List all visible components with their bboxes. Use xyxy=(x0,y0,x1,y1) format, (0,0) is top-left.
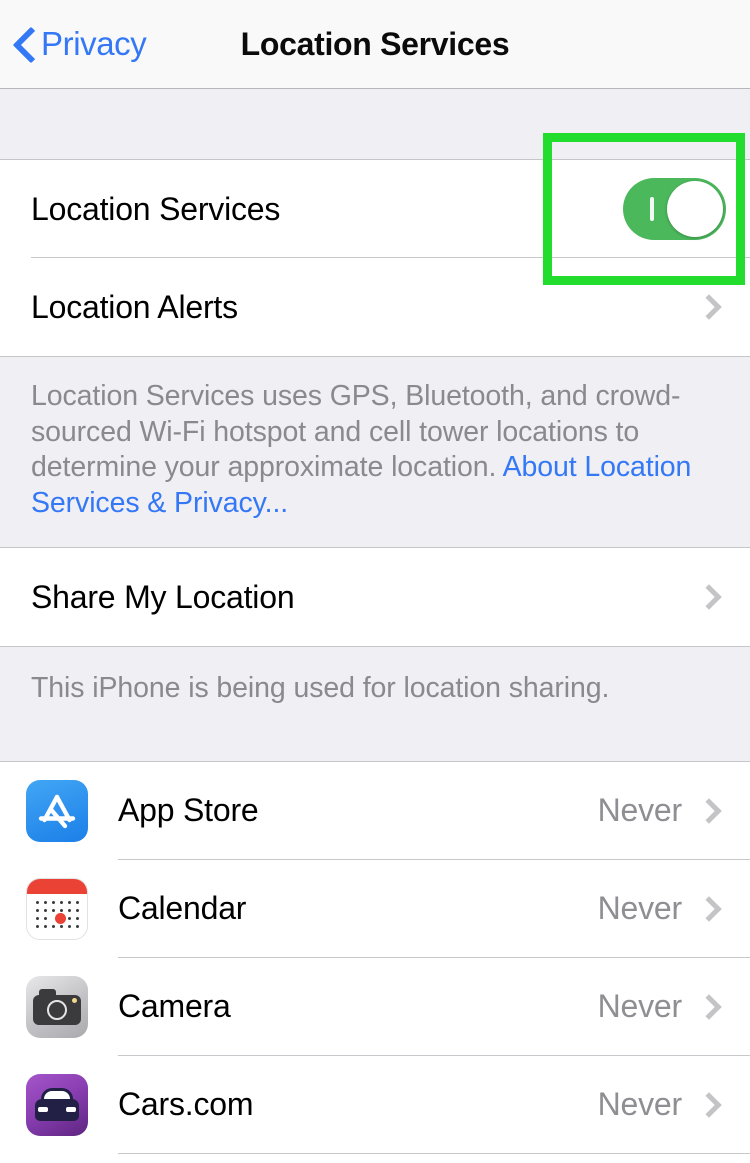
chevron-left-icon xyxy=(14,25,36,63)
row-label-location-alerts: Location Alerts xyxy=(31,288,238,325)
app-permission-value: Never xyxy=(597,988,683,1024)
row-label-share-my-location: Share My Location xyxy=(31,578,295,615)
row-share-my-location[interactable]: Share My Location xyxy=(0,548,750,646)
car-headlight-right xyxy=(66,1106,76,1112)
chevron-right-icon xyxy=(696,1091,722,1118)
list-item[interactable]: App Store Never xyxy=(0,761,750,860)
app-name: App Store xyxy=(118,792,259,828)
camera-flash xyxy=(72,997,77,1003)
back-button-privacy[interactable]: Privacy xyxy=(14,25,147,63)
navigation-bar: Privacy Location Services xyxy=(0,0,750,89)
location-services-description: Location Services uses GPS, Bluetooth, a… xyxy=(0,356,750,548)
app-name: Cars.com xyxy=(118,1086,254,1122)
app-permissions-list: App Store Never Calendar Never Camera Ne… xyxy=(0,761,750,1154)
row-location-alerts[interactable]: Location Alerts xyxy=(0,258,750,356)
row-label-location-services: Location Services xyxy=(31,190,281,227)
location-services-screen: Privacy Location Services Location Servi… xyxy=(0,0,750,1163)
share-location-group: Share My Location xyxy=(0,548,750,646)
row-location-services[interactable]: Location Services xyxy=(0,160,750,258)
app-store-glyph xyxy=(38,794,76,828)
car-headlight-left xyxy=(38,1106,48,1112)
row-divider xyxy=(118,1152,750,1154)
calendar-icon xyxy=(26,877,88,940)
calendar-dot-grid xyxy=(36,900,80,933)
location-settings-group: Location Services Location Alerts xyxy=(0,160,750,356)
calendar-header-bar xyxy=(27,878,87,894)
description-paragraph: Location Services uses GPS, Bluetooth, a… xyxy=(31,379,719,521)
camera-lens xyxy=(47,999,67,1020)
chevron-right-icon xyxy=(696,584,722,610)
chevron-right-icon xyxy=(696,895,722,922)
chevron-right-icon xyxy=(696,993,722,1020)
list-item[interactable]: Cars.com Never xyxy=(0,1055,750,1154)
location-services-toggle[interactable] xyxy=(623,178,726,240)
chevron-right-icon xyxy=(696,294,722,320)
share-location-description: This iPhone is being used for location s… xyxy=(0,646,750,762)
toggle-on-mark xyxy=(650,197,654,221)
cars-com-icon xyxy=(26,1073,88,1136)
app-name: Calendar xyxy=(118,890,247,926)
app-permission-value: Never xyxy=(597,792,683,828)
toggle-knob xyxy=(667,181,723,237)
app-permission-value: Never xyxy=(597,890,683,926)
app-store-icon xyxy=(26,779,88,842)
chevron-right-icon xyxy=(696,797,722,824)
share-description-text: This iPhone is being used for location s… xyxy=(31,672,610,704)
back-button-label: Privacy xyxy=(41,25,147,62)
camera-icon xyxy=(26,975,88,1038)
app-permission-value: Never xyxy=(597,1086,683,1122)
section-gap-top xyxy=(0,89,750,160)
app-name: Camera xyxy=(118,988,231,1024)
list-item[interactable]: Camera Never xyxy=(0,957,750,1056)
list-item[interactable]: Calendar Never xyxy=(0,859,750,958)
